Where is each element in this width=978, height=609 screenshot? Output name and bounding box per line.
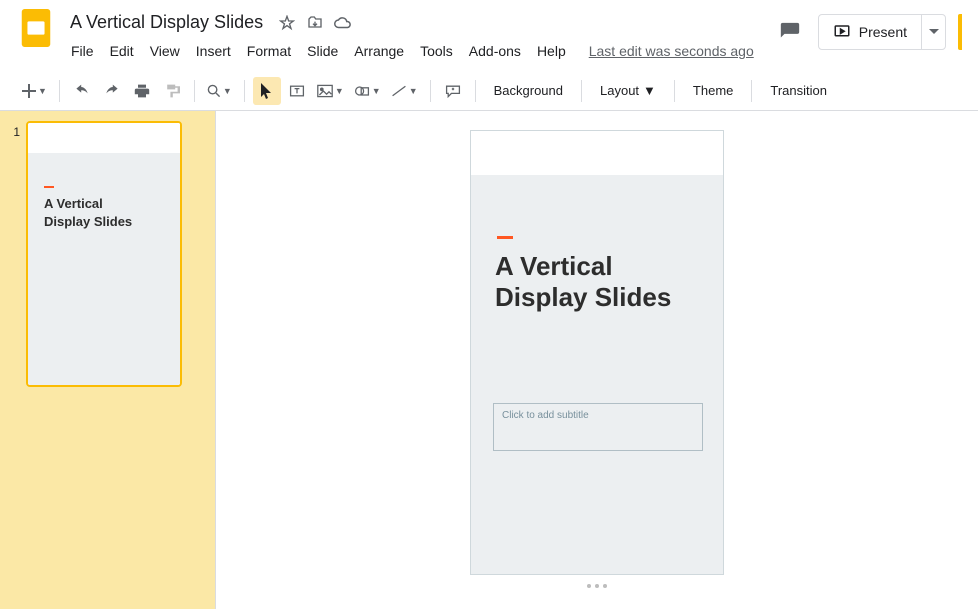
filmstrip-panel: 1 A Vertical Display Slides [0,111,215,609]
separator [59,80,60,102]
slide-thumbnail[interactable]: A Vertical Display Slides [26,121,182,387]
menu-arrange[interactable]: Arrange [347,39,411,63]
slide-number: 1 [8,121,20,387]
separator [751,80,752,102]
account-indicator[interactable] [958,14,962,50]
menu-format[interactable]: Format [240,39,298,63]
present-label: Present [859,24,907,40]
slide-canvas[interactable]: A Vertical Display Slides Click to add s… [471,131,723,574]
comment-tool[interactable] [439,77,467,105]
present-button[interactable]: Present [819,23,921,41]
separator [674,80,675,102]
slide-title-placeholder[interactable]: A Vertical Display Slides [495,251,671,313]
redo-button[interactable] [98,77,126,105]
new-slide-button[interactable]: ▼ [18,77,51,105]
separator [194,80,195,102]
background-button[interactable]: Background [484,77,573,105]
document-title[interactable]: A Vertical Display Slides [64,10,269,35]
image-tool[interactable]: ▼ [313,77,348,105]
menu-help[interactable]: Help [530,39,573,63]
slides-logo[interactable] [16,8,56,48]
slide-subtitle-placeholder[interactable]: Click to add subtitle [493,403,703,451]
menu-edit[interactable]: Edit [103,39,141,63]
paint-format-button[interactable] [158,77,186,105]
select-tool[interactable] [253,77,281,105]
menu-view[interactable]: View [143,39,187,63]
print-button[interactable] [128,77,156,105]
cloud-status-icon[interactable] [333,13,353,33]
comments-icon[interactable] [774,16,806,48]
move-icon[interactable] [305,13,325,33]
layout-button[interactable]: Layout▼ [590,77,666,105]
accent-bar [44,186,54,188]
menu-slide[interactable]: Slide [300,39,345,63]
separator [581,80,582,102]
menu-addons[interactable]: Add-ons [462,39,528,63]
textbox-tool[interactable] [283,77,311,105]
separator [475,80,476,102]
accent-bar [497,236,513,239]
explore-handle[interactable] [216,580,978,592]
thumb-title: A Vertical Display Slides [44,195,132,230]
transition-button[interactable]: Transition [760,77,837,105]
zoom-button[interactable]: ▼ [203,77,236,105]
undo-button[interactable] [68,77,96,105]
menu-file[interactable]: File [64,39,101,63]
menu-tools[interactable]: Tools [413,39,460,63]
theme-button[interactable]: Theme [683,77,743,105]
last-edit-link[interactable]: Last edit was seconds ago [589,39,754,63]
separator [430,80,431,102]
present-dropdown[interactable] [921,15,945,49]
canvas-area[interactable]: A Vertical Display Slides Click to add s… [215,111,978,609]
present-button-group: Present [818,14,946,50]
separator [244,80,245,102]
line-tool[interactable]: ▼ [387,77,422,105]
shape-tool[interactable]: ▼ [350,77,385,105]
menu-insert[interactable]: Insert [189,39,238,63]
star-icon[interactable] [277,13,297,33]
